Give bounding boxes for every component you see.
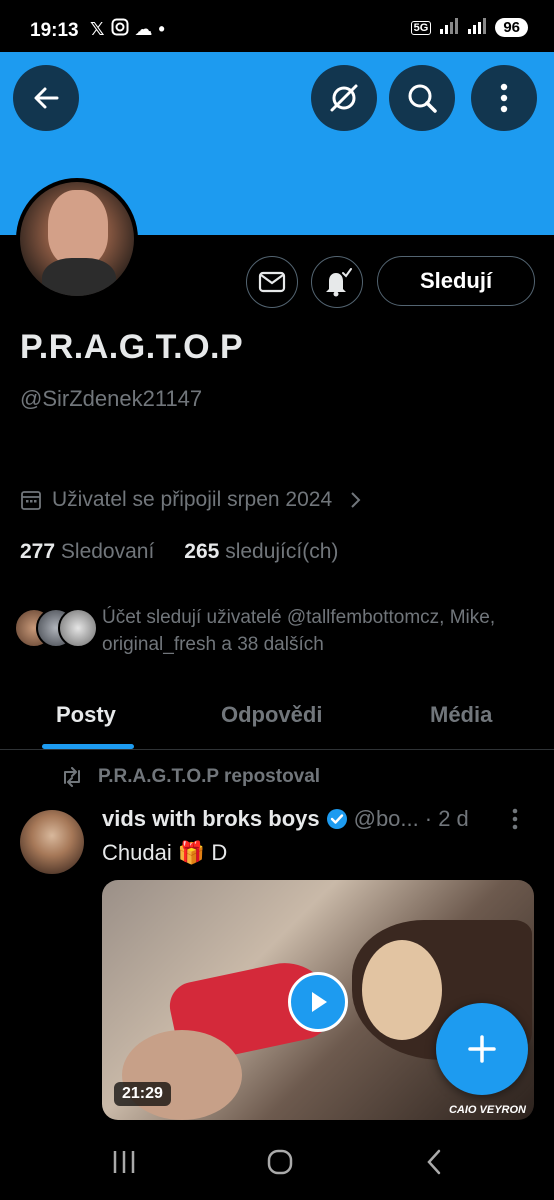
repost-context[interactable]: P.R.A.G.T.O.P repostoval [60,766,320,788]
following-stat[interactable]: 277 Sledovaní [20,540,154,564]
arrow-left-icon [34,87,59,109]
more-vertical-icon [512,808,518,830]
post-time: · 2 d [424,806,469,831]
system-nav-bar [0,1124,554,1200]
home-circle-icon [267,1149,293,1175]
play-icon [312,992,327,1012]
active-tab-indicator [42,744,134,749]
search-button[interactable] [389,65,455,131]
post-author-avatar[interactable] [20,810,84,874]
post-header: vids with broks boys @bo... · 2 d [102,806,469,832]
follower-avatars [14,608,98,652]
user-handle: @SirZdenek21147 [20,386,203,411]
post-text: Chudai 🎁 D [102,840,228,865]
following-count: 277 [20,540,56,563]
grok-button[interactable] [311,65,377,131]
joined-info[interactable]: Uživatel se připojil srpen 2024 [20,488,362,512]
instagram-icon [111,18,129,41]
verified-badge-icon [326,809,347,829]
tab-media[interactable]: Média [430,702,492,728]
network-label: 5G [410,20,432,35]
play-button[interactable] [288,972,348,1032]
post-author-handle: @bo... [353,806,419,831]
follower-avatar [58,608,98,648]
notification-icons: 𝕏 ☁ • [90,18,165,41]
tab-replies[interactable]: Odpovědi [221,702,322,728]
more-vertical-icon [500,83,508,113]
display-name: P.R.A.G.T.O.P [20,328,244,366]
recent-apps-button[interactable] [104,1146,144,1178]
status-bar: 19:13 𝕏 ☁ • 5G 96 [0,0,554,52]
recent-apps-icon [113,1151,135,1173]
chevron-right-icon [351,492,361,508]
notifications-button[interactable] [311,256,363,308]
battery-level: 96 [495,18,528,37]
following-button[interactable]: Sledují [377,256,535,306]
plus-icon [468,1035,496,1063]
followers-stat[interactable]: 265 sledující(ch) [184,540,338,564]
search-icon [408,84,437,113]
followed-by-text: Účet sledují uživatelé @tallfembottomcz,… [102,607,496,655]
mail-icon [258,271,286,293]
follow-stats: 277 Sledovaní 265 sledující(ch) [20,540,338,564]
more-options-button[interactable] [471,65,537,131]
profile-avatar[interactable] [16,178,138,300]
bell-check-icon [326,268,352,297]
x-logo-icon: 𝕏 [90,19,105,39]
chevron-left-icon [427,1149,441,1175]
home-button[interactable] [260,1146,300,1178]
system-icons: 5G 96 [410,18,528,37]
following-label: Sledovaní [60,540,155,563]
post-author-name[interactable]: vids with broks boys [102,806,320,832]
followers-label: sledující(ch) [225,540,339,563]
profile-tabs: Posty Odpovědi Média [0,688,554,750]
status-time: 19:13 [30,20,79,41]
followed-by[interactable]: Účet sledují uživatelé @tallfembottomcz,… [14,604,512,658]
compose-post-button[interactable] [436,1003,528,1095]
system-back-button[interactable] [414,1146,454,1178]
joined-text: Uživatel se připojil srpen 2024 [52,488,333,511]
back-button[interactable] [13,65,79,131]
video-watermark: CAIO VEYRON [448,1104,526,1116]
dot-icon: • [158,19,165,39]
repost-label: P.R.A.G.T.O.P repostoval [98,766,321,787]
calendar-icon [21,491,41,510]
message-button[interactable] [246,256,298,308]
followers-count: 265 [184,540,220,563]
post-more-button[interactable] [512,808,518,836]
avatar-image [20,182,134,296]
signal-icon [439,18,459,37]
weather-icon: ☁ [134,19,153,39]
grok-icon [330,84,358,112]
video-duration: 21:29 [114,1082,171,1106]
signal-icon-2 [467,18,487,37]
repost-icon [64,767,80,787]
tab-posts[interactable]: Posty [56,702,116,728]
